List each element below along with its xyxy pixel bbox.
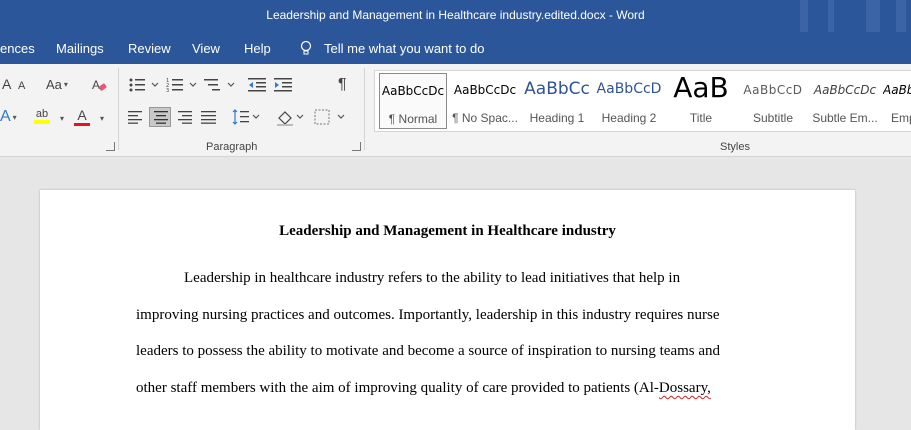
multilevel-list-icon[interactable]	[204, 77, 240, 93]
show-formatting-marks-button[interactable]: ¶	[338, 76, 347, 94]
bullets-icon[interactable]	[128, 77, 164, 93]
styles-gallery: AaBbCcDc ¶ Normal AaBbCcDc ¶ No Spac... …	[374, 70, 911, 132]
menu-bar: ences Mailings Review View Help Tell me …	[0, 32, 911, 64]
clear-formatting-button[interactable]: A	[90, 76, 108, 94]
change-case-button[interactable]: Aa ▾	[46, 77, 68, 92]
highlight-button[interactable]: ab	[34, 108, 50, 124]
font-color-swatch	[74, 123, 90, 126]
document-heading: Leadership and Management in Healthcare …	[279, 223, 616, 239]
borders-icon[interactable]	[314, 109, 346, 125]
document-canvas: Leadership and Management in Healthcare …	[0, 157, 911, 430]
svg-text:A: A	[92, 78, 100, 92]
shrink-font-button[interactable]: A	[18, 80, 25, 92]
body-line-4: other staff members with the aim of impr…	[136, 380, 711, 396]
style-heading-2[interactable]: AaBbCcD Heading 2	[595, 73, 663, 129]
tab-view[interactable]: View	[192, 41, 220, 56]
paragraph-group-label: Paragraph	[206, 141, 258, 153]
increase-indent-icon[interactable]	[274, 77, 294, 93]
chevron-down-icon[interactable]: ▾	[100, 114, 104, 123]
ribbon: A A Aa ▾ A A ▾ ab ▾ A ▾ 1 2 3 ¶ Paragrap…	[0, 64, 911, 157]
tell-me-search[interactable]: Tell me what you want to do	[324, 41, 484, 56]
chevron-down-icon: ▾	[12, 112, 17, 122]
font-dialog-launcher[interactable]	[106, 142, 115, 151]
text-effects-button[interactable]: A ▾	[0, 108, 17, 126]
svg-text:3: 3	[166, 88, 169, 93]
grow-font-button[interactable]: A	[2, 76, 11, 92]
highlight-color-swatch	[34, 120, 50, 124]
align-right-icon[interactable]	[177, 110, 193, 124]
window-title: Leadership and Management in Healthcare …	[266, 8, 645, 22]
styles-group-label: Styles	[720, 141, 750, 153]
numbering-icon[interactable]: 1 2 3	[166, 77, 202, 93]
chevron-down-icon: ▾	[63, 80, 68, 89]
font-color-button[interactable]: A	[74, 107, 90, 126]
justify-icon[interactable]	[201, 110, 217, 124]
style-subtle-emphasis[interactable]: AaBbCcDc Subtle Em...	[811, 73, 879, 129]
clear-formatting-icon: A	[92, 78, 107, 92]
paragraph-dialog-launcher[interactable]	[352, 142, 361, 151]
group-separator	[118, 68, 119, 150]
line-spacing-icon[interactable]	[232, 109, 262, 125]
spelling-error-mark: Dossary,	[658, 380, 711, 396]
tab-help[interactable]: Help	[244, 41, 271, 56]
style-heading-1[interactable]: AaBbCc Heading 1	[523, 73, 591, 129]
style-subtitle[interactable]: AaBbCcD Subtitle	[739, 73, 807, 129]
tab-review[interactable]: Review	[128, 41, 171, 56]
body-line-2: improving nursing practices and outcomes…	[136, 307, 720, 323]
chevron-down-icon[interactable]: ▾	[60, 114, 64, 123]
tab-references[interactable]: ences	[0, 41, 35, 56]
group-separator	[364, 68, 365, 150]
style-no-spacing[interactable]: AaBbCcDc ¶ No Spac...	[451, 73, 519, 129]
body-line-3: leaders to possess the ability to motiva…	[136, 343, 721, 359]
lightbulb-icon[interactable]	[298, 40, 314, 56]
align-center-button[interactable]	[149, 107, 171, 127]
tab-mailings[interactable]: Mailings	[56, 41, 104, 56]
body-line-1: Leadership in healthcare industry refers…	[184, 270, 681, 286]
align-left-icon[interactable]	[128, 110, 144, 124]
style-emphasis[interactable]: AaBbCcDc Emp	[883, 73, 911, 129]
align-center-icon	[154, 111, 168, 124]
shading-icon[interactable]	[276, 109, 306, 126]
document-page[interactable]: Leadership and Management in Healthcare …	[40, 190, 855, 430]
title-bar: Leadership and Management in Healthcare …	[0, 0, 911, 32]
style-title[interactable]: AaB Title	[667, 73, 735, 129]
decrease-indent-icon[interactable]	[248, 77, 268, 93]
style-normal[interactable]: AaBbCcDc ¶ Normal	[379, 73, 447, 129]
